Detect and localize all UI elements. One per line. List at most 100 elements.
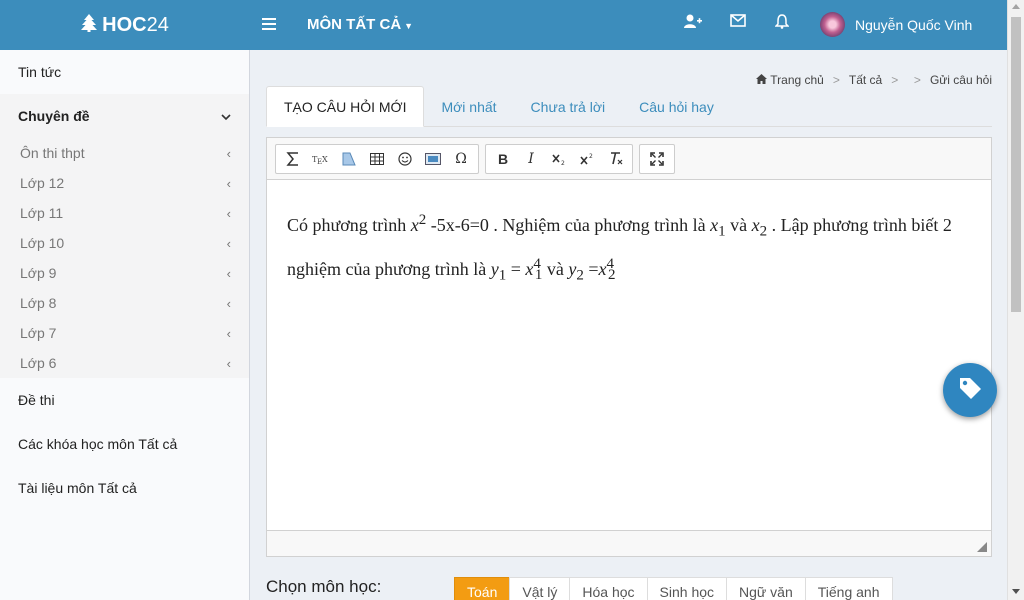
breadcrumb-home-label: Trang chủ [770,73,824,87]
toolbar-group-view [639,143,675,174]
math-x-base: x [751,215,760,235]
sigma-icon[interactable] [279,146,307,172]
question-text: -5x-6=0 . Nghiệm của phương trình là [426,215,711,235]
sidebar-subitem-label: Lớp 12 [20,175,65,191]
subject-tab-chemistry[interactable]: Hóa học [569,577,648,600]
math-x-base: x [710,215,719,235]
math-subscript: 1 [718,223,726,240]
editor-toolbar: TEX Ω B I 2 2 [267,138,991,180]
svg-text:2: 2 [589,153,593,160]
subject-tab-english[interactable]: Tiếng anh [804,577,893,600]
menu-toggle-icon[interactable] [262,13,276,36]
table-icon[interactable] [363,146,391,172]
logo-text: HOC [102,13,147,36]
subject-dropdown[interactable]: MÔN TẤT CẢ ▼ [307,16,413,33]
chevron-left-icon: ‹ [226,355,231,371]
mail-icon[interactable] [730,14,746,32]
math-x-base: x [410,215,419,235]
subscript-icon[interactable]: 2 [545,146,573,172]
maximize-icon[interactable] [643,146,671,172]
clear-format-icon[interactable] [601,146,629,172]
question-tabs: TẠO CÂU HỎI MỚI Mới nhất Chưa trả lời Câ… [266,86,992,127]
subject-tab-math[interactable]: Toán [454,577,511,600]
scroll-thumb[interactable] [1011,17,1021,312]
subject-tab-biology[interactable]: Sinh học [646,577,728,600]
site-logo[interactable]: HOC 24 [0,0,250,50]
question-text: = [506,258,526,279]
tag-button[interactable] [943,363,997,417]
breadcrumb-all[interactable]: Tất cả [849,73,882,87]
sidebar-subitem-lop-9[interactable]: Lớp 9 ‹ [0,258,249,288]
sidebar-item-news[interactable]: Tin tức [0,50,249,94]
svg-text:2: 2 [561,160,565,165]
choose-subject-label: Chọn môn học: [266,577,382,596]
sidebar-subitem-label: Ôn thi thpt [20,145,85,161]
sidebar-subitem-on-thi-thpt[interactable]: Ôn thi thpt ‹ [0,138,249,168]
sidebar-item-label: Đề thi [18,392,55,408]
tab-latest[interactable]: Mới nhất [424,86,513,127]
sidebar-subitem-lop-8[interactable]: Lớp 8 ‹ [0,288,249,318]
chevron-left-icon: ‹ [226,295,231,311]
svg-text:X: X [322,155,328,164]
sidebar-item-topics[interactable]: Chuyên đề [0,94,249,138]
breadcrumb: Trang chủ > Tất cả > > Gửi câu hỏi [756,73,992,87]
sidebar-subitem-lop-6[interactable]: Lớp 6 ‹ [0,348,249,378]
chevron-left-icon: ‹ [226,235,231,251]
sidebar-subitem-label: Lớp 7 [20,325,57,341]
toolbar-group-insert: TEX Ω [275,143,479,174]
sidebar-item-exams[interactable]: Đề thi [0,378,249,422]
sidebar-subitem-label: Lớp 9 [20,265,57,281]
resize-handle-icon[interactable] [977,542,987,552]
math-subscript: 2 [608,267,616,284]
superscript-icon[interactable]: 2 [573,146,601,172]
tab-new-question[interactable]: TẠO CÂU HỎI MỚI [266,86,425,127]
scroll-down-icon[interactable] [1012,589,1020,594]
top-navbar: HOC 24 MÔN TẤT CẢ ▼ Nguyễn Quốc Vinh [0,0,1007,50]
math-subscript: 2 [576,267,584,284]
sidebar-subitem-lop-12[interactable]: Lớp 12 ‹ [0,168,249,198]
sidebar-item-label: Tài liệu môn Tất cả [18,480,137,496]
math-y-base: y [490,258,499,279]
italic-button[interactable]: I [517,146,545,172]
image-icon[interactable] [419,146,447,172]
editor-statusbar [267,530,991,556]
user-name: Nguyễn Quốc Vinh [855,16,973,33]
tab-featured[interactable]: Câu hỏi hay [622,86,731,127]
shape-icon[interactable] [335,146,363,172]
home-icon [756,73,768,87]
subject-tab-literature[interactable]: Ngữ văn [726,577,806,600]
smiley-icon[interactable] [391,146,419,172]
special-char-icon[interactable]: Ω [447,146,475,172]
main-content: Trang chủ > Tất cả > > Gửi câu hỏi TẠO C… [251,50,1007,600]
question-text: = [583,258,599,279]
bold-button[interactable]: B [489,146,517,172]
chevron-left-icon: ‹ [226,325,231,341]
logo-number: 24 [146,13,169,36]
tex-icon[interactable]: TEX [307,146,335,172]
caret-down-icon: ▼ [404,21,414,31]
subject-tabs: Toán Vật lý Hóa học Sinh học Ngữ văn Tiế… [454,577,893,600]
breadcrumb-home[interactable]: Trang chủ [756,73,824,87]
sidebar-item-label: Chuyên đề [18,108,90,124]
user-menu[interactable]: Nguyễn Quốc Vinh [820,12,972,37]
sidebar-item-courses[interactable]: Các khóa học môn Tất cả [0,422,249,466]
sidebar-subitem-lop-10[interactable]: Lớp 10 ‹ [0,228,249,258]
add-friend-icon[interactable] [684,14,702,34]
editor-content[interactable]: Có phương trình x2 -5x-6=0 . Nghiệm của … [267,180,991,291]
tree-icon [81,13,98,37]
sidebar-subitem-label: Lớp 11 [20,205,64,221]
subject-tab-physics[interactable]: Vật lý [509,577,571,600]
sidebar-group-topics: Chuyên đề Ôn thi thpt ‹ Lớp 12 ‹ Lớp 11 ‹ L… [0,94,249,378]
chevron-left-icon: ‹ [226,265,231,281]
toolbar-group-format: B I 2 2 [485,143,633,174]
sidebar-subitem-lop-11[interactable]: Lớp 11 ‹ [0,198,249,228]
bell-icon[interactable] [774,14,790,34]
sidebar-subitem-lop-7[interactable]: Lớp 7 ‹ [0,318,249,348]
tag-icon [957,375,983,406]
chevron-left-icon: ‹ [226,175,231,191]
scroll-up-icon[interactable] [1012,4,1020,9]
sidebar: Tin tức Chuyên đề Ôn thi thpt ‹ Lớp 12 ‹ L… [0,50,250,600]
tab-unanswered[interactable]: Chưa trả lời [514,86,623,127]
sidebar-item-documents[interactable]: Tài liệu môn Tất cả [0,466,249,510]
page-scrollbar[interactable] [1007,0,1024,600]
